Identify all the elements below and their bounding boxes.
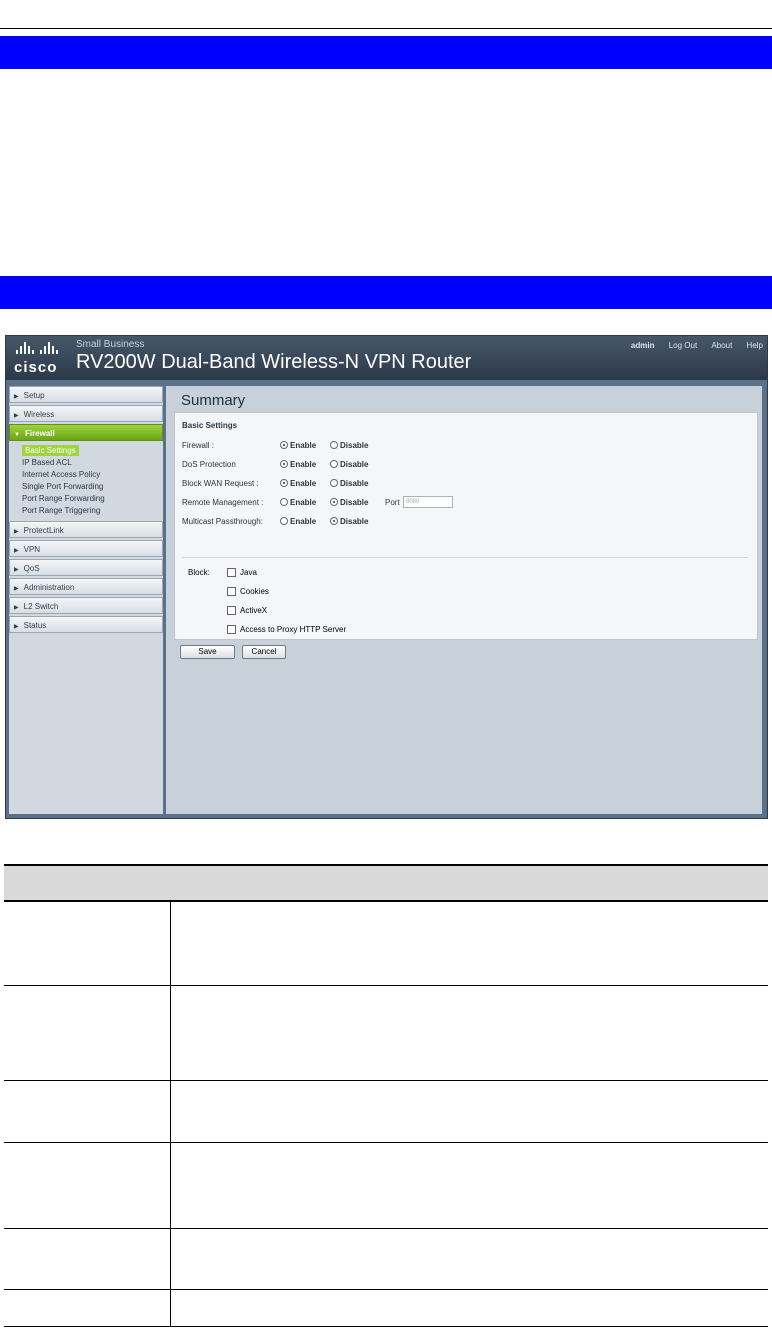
top-links: admin Log Out About Help xyxy=(619,341,763,350)
chevron-right-icon: ▶ xyxy=(14,624,19,630)
radio-icon xyxy=(330,441,338,449)
radio-icon xyxy=(330,460,338,468)
header-rule xyxy=(0,28,772,29)
subnav-port-range-forwarding[interactable]: Port Range Forwarding xyxy=(22,493,163,505)
subnav-ip-based-acl[interactable]: IP Based ACL xyxy=(22,457,163,469)
subnav-single-port-forwarding[interactable]: Single Port Forwarding xyxy=(22,481,163,493)
chevron-right-icon: ▶ xyxy=(14,413,19,419)
section-title: Basic Settings xyxy=(182,421,238,430)
nav-item-status[interactable]: ▶ Status xyxy=(9,616,163,633)
page-title: Summary xyxy=(181,392,246,409)
table-row xyxy=(4,902,768,986)
sidebar: ▶ Setup ▶ Wireless ▼ Firewall Basic Setting… xyxy=(9,386,163,814)
nav-item-vpn[interactable]: ▶ VPN xyxy=(9,540,163,557)
settings-panel: Basic Settings Firewall : Enable Disable… xyxy=(174,412,758,640)
table-row xyxy=(4,1290,768,1326)
cisco-logo-text: cisco xyxy=(14,359,58,376)
chevron-right-icon: ▶ xyxy=(14,548,19,554)
checkbox-icon xyxy=(227,568,236,577)
radio-checked-icon xyxy=(280,460,288,468)
chevron-right-icon: ▶ xyxy=(14,567,19,573)
nav-item-administration[interactable]: ▶ Administration xyxy=(9,578,163,595)
setting-label: Remote Management : xyxy=(182,498,264,507)
chevron-right-icon: ▶ xyxy=(14,529,19,535)
setting-label: Firewall : xyxy=(182,441,215,450)
table-row xyxy=(4,1143,768,1229)
nav-item-l2-switch[interactable]: ▶ L2 Switch xyxy=(9,597,163,614)
radio-icon xyxy=(280,498,288,506)
setting-label: Block WAN Request : xyxy=(182,479,259,488)
subnav-port-range-triggering[interactable]: Port Range Triggering xyxy=(22,505,163,517)
table-header xyxy=(4,866,768,902)
block-label: Block: xyxy=(188,568,210,577)
divider xyxy=(182,557,748,558)
about-link[interactable]: About xyxy=(711,341,732,350)
subnav-basic-settings[interactable]: Basic Settings xyxy=(22,445,79,456)
chevron-right-icon: ▶ xyxy=(14,586,19,592)
radio-icon xyxy=(330,479,338,487)
nav-item-wireless[interactable]: ▶ Wireless xyxy=(9,405,163,422)
radio-checked-icon xyxy=(280,479,288,487)
router-title: RV200W Dual-Band Wireless-N VPN Router xyxy=(76,351,472,373)
logout-link[interactable]: Log Out xyxy=(669,341,697,350)
activex-checkbox[interactable]: ActiveX xyxy=(227,606,267,615)
chevron-right-icon: ▶ xyxy=(14,605,19,611)
radio-icon xyxy=(280,517,288,525)
dos-enable-radio[interactable]: Enable xyxy=(280,460,316,469)
nav-item-qos[interactable]: ▶ QoS xyxy=(9,559,163,576)
subnav-internet-access-policy[interactable]: Internet Access Policy xyxy=(22,469,163,481)
firewall-submenu: Basic Settings IP Based ACL Internet Acc… xyxy=(9,443,163,521)
save-button[interactable]: Save xyxy=(180,645,235,659)
checkbox-icon xyxy=(227,606,236,615)
block-wan-disable-radio[interactable]: Disable xyxy=(330,479,368,488)
cancel-button[interactable]: Cancel xyxy=(242,645,286,659)
radio-checked-icon xyxy=(330,517,338,525)
setting-label: DoS Protection xyxy=(182,460,236,469)
table-row xyxy=(4,1081,768,1143)
section-heading-bar xyxy=(0,276,772,309)
java-checkbox[interactable]: Java xyxy=(227,568,257,577)
section-heading-bar xyxy=(0,36,772,69)
user-label: admin xyxy=(630,341,655,350)
block-wan-enable-radio[interactable]: Enable xyxy=(280,479,316,488)
cookies-checkbox[interactable]: Cookies xyxy=(227,587,269,596)
port-label: Port xyxy=(385,498,400,507)
firewall-disable-radio[interactable]: Disable xyxy=(330,441,368,450)
checkbox-icon xyxy=(227,587,236,596)
description-table xyxy=(4,864,768,1327)
port-input[interactable]: 8080 xyxy=(403,496,453,508)
help-link[interactable]: Help xyxy=(747,341,763,350)
multicast-disable-radio[interactable]: Disable xyxy=(330,517,368,526)
nav-item-firewall[interactable]: ▼ Firewall xyxy=(9,424,163,441)
router-header: cisco Small Business RV200W Dual-Band Wi… xyxy=(6,336,767,380)
remote-disable-radio[interactable]: Disable xyxy=(330,498,368,507)
nav-item-setup[interactable]: ▶ Setup xyxy=(9,386,163,403)
table-row xyxy=(4,986,768,1081)
multicast-enable-radio[interactable]: Enable xyxy=(280,517,316,526)
nav-item-protectlink[interactable]: ▶ ProtectLink xyxy=(9,521,163,538)
radio-checked-icon xyxy=(280,441,288,449)
cisco-logo-icon xyxy=(16,342,68,354)
table-row xyxy=(4,1229,768,1290)
chevron-right-icon: ▶ xyxy=(14,394,19,400)
chevron-down-icon: ▼ xyxy=(14,432,20,438)
proxy-checkbox[interactable]: Access to Proxy HTTP Server xyxy=(227,625,346,634)
checkbox-icon xyxy=(227,625,236,634)
remote-enable-radio[interactable]: Enable xyxy=(280,498,316,507)
small-business-label: Small Business xyxy=(76,339,145,350)
main-content: Summary Basic Settings Firewall : Enable… xyxy=(166,386,762,814)
firewall-enable-radio[interactable]: Enable xyxy=(280,441,316,450)
router-screenshot: cisco Small Business RV200W Dual-Band Wi… xyxy=(5,335,768,819)
radio-checked-icon xyxy=(330,498,338,506)
setting-label: Multicast Passthrough: xyxy=(182,517,263,526)
dos-disable-radio[interactable]: Disable xyxy=(330,460,368,469)
